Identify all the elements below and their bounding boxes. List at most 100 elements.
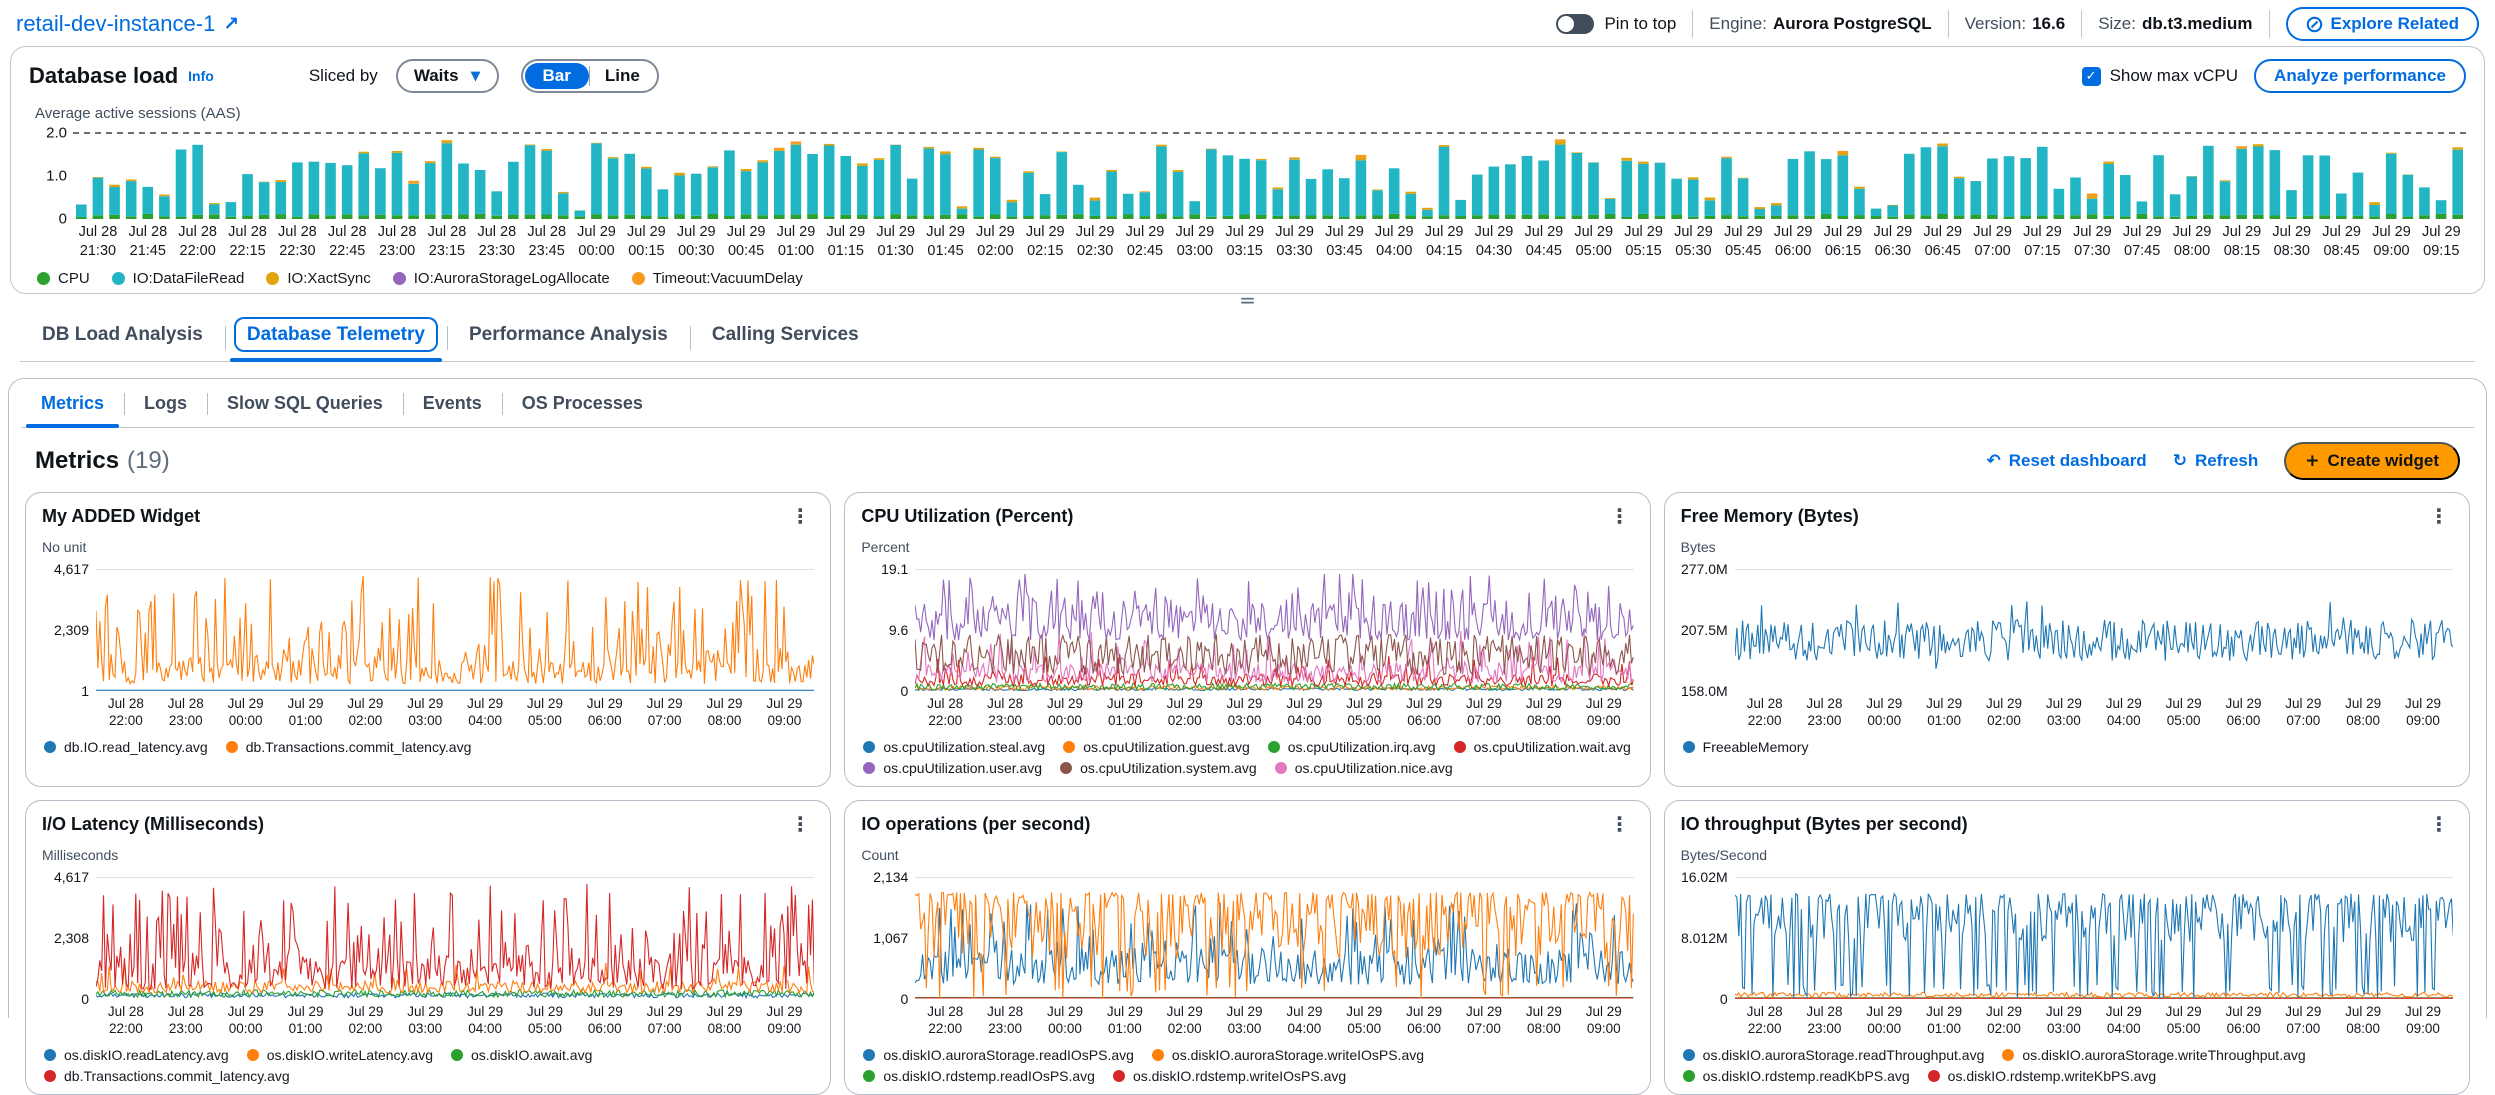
- tab-logs[interactable]: Logs: [124, 379, 207, 427]
- legend-item[interactable]: IO:XactSync: [266, 270, 370, 287]
- legend-color-dot: [266, 272, 279, 285]
- x-tick-label: Jul 2905:00: [1569, 223, 1619, 261]
- x-tick-label: Jul 2907:00: [1968, 223, 2018, 261]
- legend-item[interactable]: os.diskIO.writeLatency.avg: [247, 1047, 433, 1063]
- split-panel-drag-handle[interactable]: =: [0, 294, 2495, 306]
- x-tick-label: Jul 2902:00: [335, 695, 395, 730]
- legend-item[interactable]: os.diskIO.auroraStorage.writeThroughput.…: [2002, 1047, 2305, 1063]
- tab-performance-analysis[interactable]: Performance Analysis: [447, 312, 690, 361]
- chevron-down-icon: ▼: [471, 69, 481, 84]
- legend-item[interactable]: os.diskIO.rdstemp.writeKbPS.avg: [1928, 1068, 2157, 1084]
- x-tick-label: Jul 2823:00: [156, 1003, 216, 1038]
- x-tick-label: Jul 2906:00: [1394, 1003, 1454, 1038]
- x-tick-label: Jul 2904:45: [1519, 223, 1569, 261]
- tab-calling-services[interactable]: Calling Services: [690, 312, 881, 361]
- tab-metrics[interactable]: Metrics: [21, 379, 124, 427]
- legend-item[interactable]: os.diskIO.await.avg: [451, 1047, 592, 1063]
- info-link[interactable]: Info: [188, 68, 214, 84]
- legend-item[interactable]: os.diskIO.rdstemp.readKbPS.avg: [1683, 1068, 1910, 1084]
- widgets-grid: My ADDED Widget ⋮ No unit 4,6172,3091 Ju…: [9, 492, 2486, 1095]
- legend-item[interactable]: db.Transactions.commit_latency.avg: [226, 739, 472, 755]
- bar-segment[interactable]: Bar: [525, 63, 589, 89]
- x-tick-label: Jul 2907:00: [1454, 695, 1514, 730]
- widget-chart: 2,1341,0670: [861, 877, 1633, 999]
- legend-item[interactable]: os.diskIO.auroraStorage.writeIOsPS.avg: [1152, 1047, 1424, 1063]
- legend-item[interactable]: os.cpuUtilization.steal.avg: [863, 739, 1045, 755]
- widget-menu-icon[interactable]: ⋮: [786, 814, 814, 834]
- x-tick-label: Jul 2900:00: [1035, 695, 1095, 730]
- legend-color-dot: [1063, 741, 1075, 753]
- legend-item[interactable]: db.IO.read_latency.avg: [44, 739, 208, 755]
- widget-y-axis: 4,6172,3091: [42, 569, 96, 691]
- bar-line-toggle: Bar Line: [521, 59, 659, 93]
- widget-title: Free Memory (Bytes): [1681, 506, 1859, 527]
- tab-events[interactable]: Events: [403, 379, 502, 427]
- analyze-performance-button[interactable]: Analyze performance: [2254, 59, 2466, 93]
- legend-item[interactable]: db.Transactions.commit_latency.avg: [44, 1068, 290, 1084]
- x-tick-label: Jul 2904:00: [1369, 223, 1419, 261]
- reset-dashboard-button[interactable]: ↶ Reset dashboard: [1987, 451, 2147, 471]
- external-link-icon: ↗: [223, 13, 239, 35]
- legend-item[interactable]: os.diskIO.readLatency.avg: [44, 1047, 229, 1063]
- tab-label: Slow SQL Queries: [227, 393, 383, 413]
- legend-item[interactable]: os.cpuUtilization.irq.avg: [1268, 739, 1436, 755]
- widget-menu-icon[interactable]: ⋮: [1606, 814, 1634, 834]
- legend-item[interactable]: FreeableMemory: [1683, 739, 1809, 755]
- tab-database-telemetry[interactable]: Database Telemetry: [225, 312, 447, 361]
- legend-label: db.Transactions.commit_latency.avg: [64, 1068, 290, 1084]
- legend-item[interactable]: os.cpuUtilization.system.avg: [1060, 760, 1257, 776]
- legend-item[interactable]: Timeout:VacuumDelay: [632, 270, 803, 287]
- x-tick-label: Jul 2904:30: [1469, 223, 1519, 261]
- x-tick-label: Jul 2908:30: [2267, 223, 2317, 261]
- widget-menu-icon[interactable]: ⋮: [1606, 506, 1634, 526]
- sliced-by-dropdown[interactable]: Waits ▼: [396, 59, 499, 93]
- tab-db-load-analysis[interactable]: DB Load Analysis: [20, 312, 225, 361]
- widget-plot-svg: [96, 878, 814, 999]
- legend-item[interactable]: IO:DataFileRead: [112, 270, 245, 287]
- line-segment[interactable]: Line: [590, 63, 655, 89]
- x-tick-label: Jul 2909:00: [2393, 695, 2453, 730]
- create-widget-button[interactable]: + Create widget: [2284, 442, 2460, 480]
- legend-item[interactable]: os.diskIO.auroraStorage.readThroughput.a…: [1683, 1047, 1985, 1063]
- legend-item[interactable]: os.cpuUtilization.nice.avg: [1275, 760, 1453, 776]
- divider: [1692, 10, 1693, 38]
- widget-chart: 19.19.60: [861, 569, 1633, 691]
- legend-label: os.diskIO.auroraStorage.writeIOsPS.avg: [1172, 1047, 1424, 1063]
- x-tick-label: Jul 2901:00: [1914, 695, 1974, 730]
- widget-menu-icon[interactable]: ⋮: [2425, 506, 2453, 526]
- tab-os-processes[interactable]: OS Processes: [502, 379, 663, 427]
- legend-item[interactable]: os.cpuUtilization.guest.avg: [1063, 739, 1250, 755]
- legend-item[interactable]: os.cpuUtilization.wait.avg: [1454, 739, 1631, 755]
- legend-label: os.cpuUtilization.guest.avg: [1083, 739, 1250, 755]
- x-tick-label: Jul 2909:00: [754, 1003, 814, 1038]
- widget-menu-icon[interactable]: ⋮: [2425, 814, 2453, 834]
- widget-title: IO operations (per second): [861, 814, 1090, 835]
- x-tick-label: Jul 2900:00: [216, 1003, 276, 1038]
- x-tick-label: Jul 2902:45: [1120, 223, 1170, 261]
- x-tick-label: Jul 2905:00: [2154, 695, 2214, 730]
- page-header: retail-dev-instance-1 ↗ Pin to top Engin…: [0, 0, 2495, 46]
- legend-item[interactable]: IO:AuroraStorageLogAllocate: [393, 270, 610, 287]
- legend-item[interactable]: os.diskIO.rdstemp.writeIOsPS.avg: [1113, 1068, 1346, 1084]
- x-tick-label: Jul 2907:00: [635, 1003, 695, 1038]
- metric-widget-io-throughput-bytes-per-second: IO throughput (Bytes per second) ⋮ Bytes…: [1664, 800, 2470, 1095]
- show-max-vcpu-checkbox[interactable]: ✓: [2082, 67, 2101, 86]
- x-tick-label: Jul 2901:00: [1095, 1003, 1155, 1038]
- x-tick-label: Jul 2822:00: [96, 695, 156, 730]
- legend-label: db.IO.read_latency.avg: [64, 739, 208, 755]
- explore-related-button[interactable]: Explore Related: [2286, 7, 2480, 41]
- pin-to-top-toggle[interactable]: [1556, 14, 1594, 34]
- legend-item[interactable]: CPU: [37, 270, 90, 287]
- instance-link[interactable]: retail-dev-instance-1 ↗: [16, 11, 239, 37]
- legend-item[interactable]: os.cpuUtilization.user.avg: [863, 760, 1042, 776]
- widget-menu-icon[interactable]: ⋮: [786, 506, 814, 526]
- legend-color-dot: [37, 272, 50, 285]
- tab-slow-sql-queries[interactable]: Slow SQL Queries: [207, 379, 403, 427]
- widget-y-axis: 4,6172,3080: [42, 877, 96, 999]
- legend-item[interactable]: os.diskIO.auroraStorage.readIOsPS.avg: [863, 1047, 1134, 1063]
- legend-item[interactable]: os.diskIO.rdstemp.readIOsPS.avg: [863, 1068, 1095, 1084]
- x-tick-label: Jul 2901:00: [771, 223, 821, 261]
- refresh-button[interactable]: ↻ Refresh: [2173, 451, 2259, 471]
- x-tick-label: Jul 2906:00: [575, 695, 635, 730]
- legend-label: os.diskIO.rdstemp.writeKbPS.avg: [1948, 1068, 2157, 1084]
